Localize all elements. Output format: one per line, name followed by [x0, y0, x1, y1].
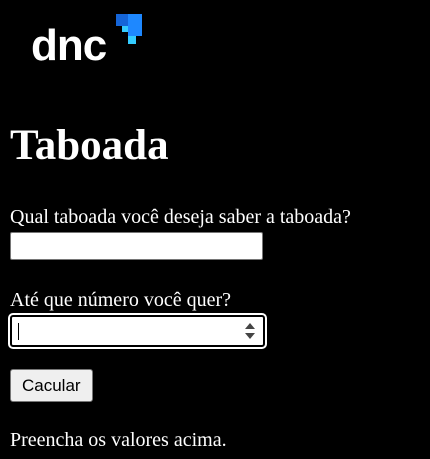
- number-spinner-icon[interactable]: [243, 322, 257, 340]
- dnc-logo: dnc: [31, 14, 142, 70]
- page-title: Taboada: [10, 122, 169, 169]
- result-message: Preencha os valores acima.: [10, 429, 227, 451]
- question-label: Qual taboada você deseja saber a taboada…: [10, 206, 351, 228]
- limit-number-field[interactable]: [8, 313, 267, 349]
- table-number-input[interactable]: [10, 232, 263, 260]
- calculate-button[interactable]: Cacular: [10, 369, 93, 402]
- dnc-logo-squares-icon: [116, 14, 142, 44]
- limit-number-input[interactable]: [14, 319, 242, 343]
- text-caret: [18, 323, 19, 340]
- logo-text: dnc: [31, 21, 107, 70]
- limit-label: Até que número você quer?: [10, 289, 232, 311]
